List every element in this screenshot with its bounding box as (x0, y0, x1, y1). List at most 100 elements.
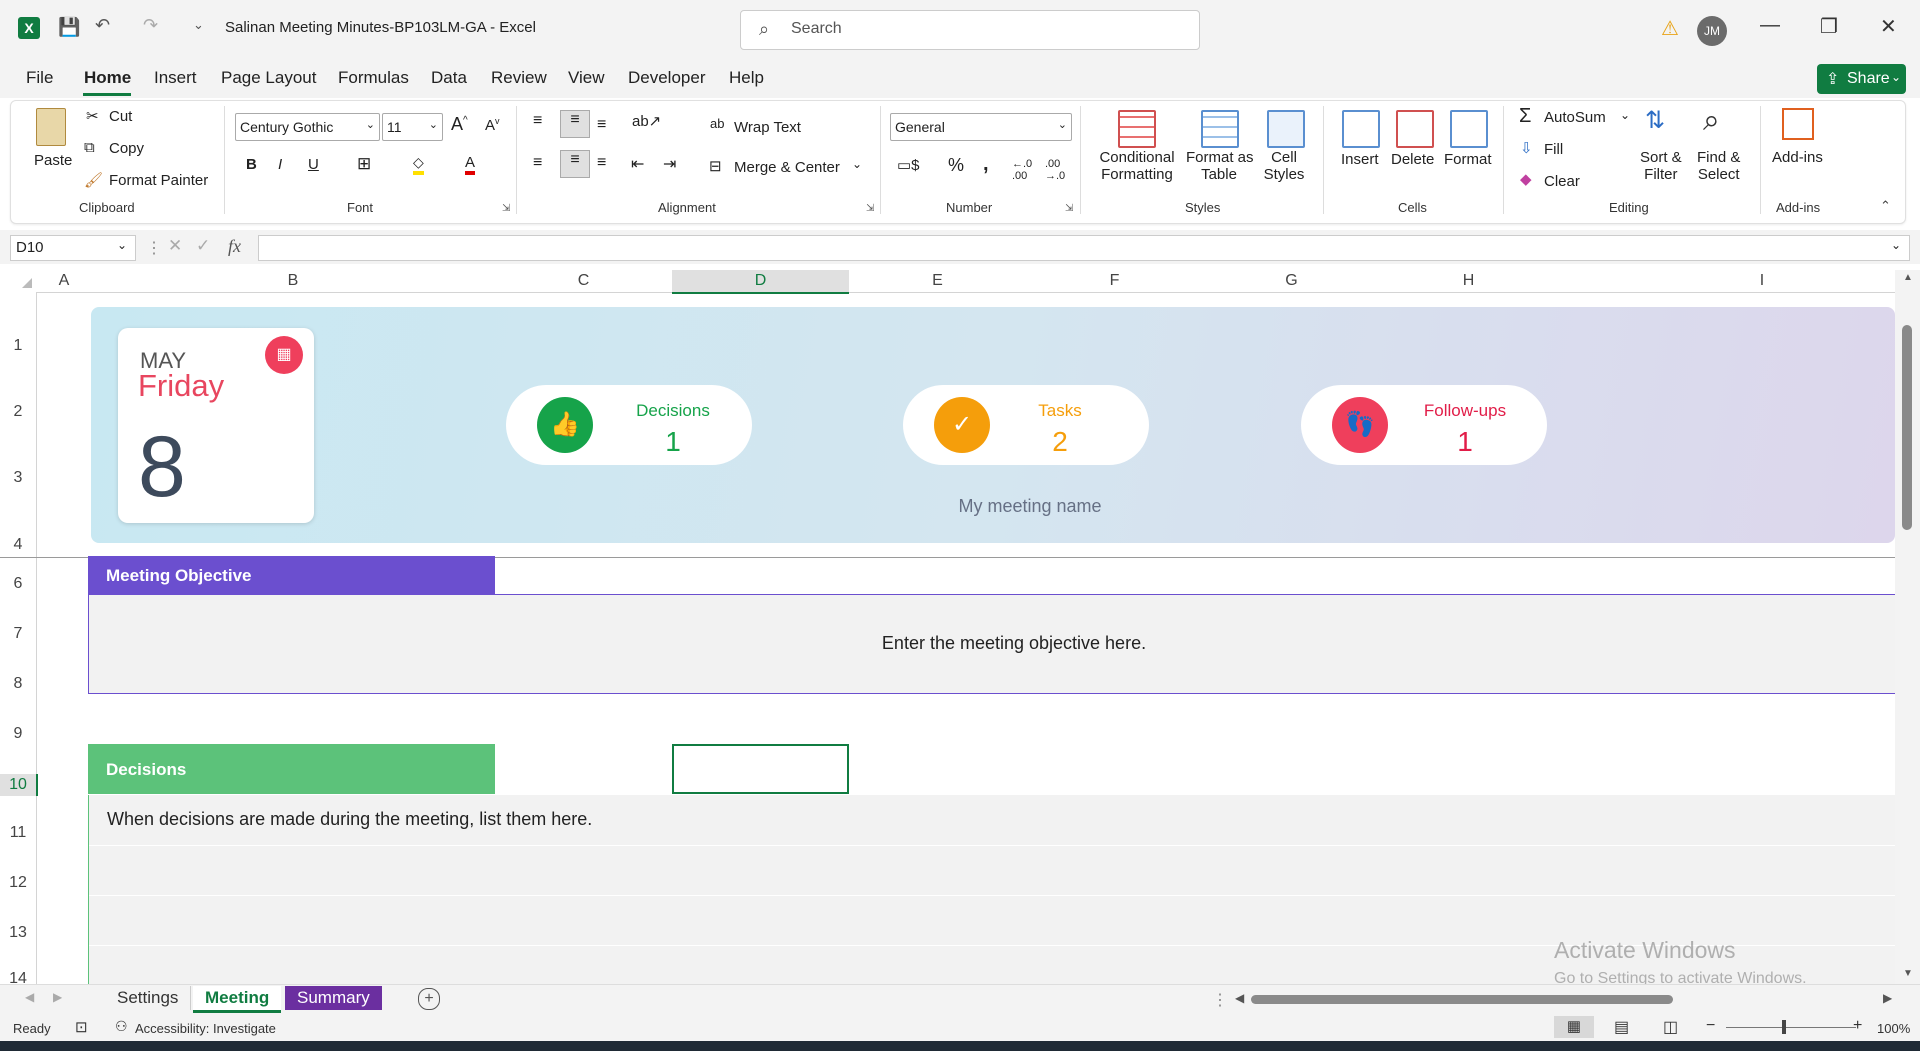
name-box[interactable]: D10 ⌄ (10, 235, 136, 261)
orientation-icon[interactable]: ab↗ (632, 112, 661, 130)
autosum-button[interactable]: AutoSum (1544, 109, 1606, 126)
column-header-c[interactable]: C (495, 272, 672, 290)
sort-filter-button[interactable]: Sort & Filter (1640, 149, 1682, 183)
chevron-down-icon[interactable]: ⌄ (852, 157, 862, 171)
page-break-view-icon[interactable]: ◫ (1663, 1017, 1678, 1037)
format-painter-button[interactable]: Format Painter (109, 172, 208, 189)
underline-icon[interactable]: U (308, 156, 319, 173)
align-middle-icon[interactable]: ≡ (560, 110, 590, 138)
zoom-slider-thumb[interactable] (1782, 1020, 1786, 1034)
copy-button[interactable]: Copy (109, 140, 144, 157)
align-center-icon[interactable]: ≡ (560, 150, 590, 178)
save-icon[interactable]: 💾 (58, 17, 80, 38)
select-all-corner[interactable] (22, 278, 32, 288)
find-select-button[interactable]: Find & Select (1697, 149, 1740, 183)
warning-icon[interactable]: ⚠ (1661, 16, 1679, 41)
scroll-right-icon[interactable]: ▶ (1883, 991, 1892, 1005)
italic-icon[interactable]: I (278, 156, 282, 173)
column-header-f[interactable]: F (1026, 272, 1203, 290)
avatar[interactable]: JM (1697, 16, 1727, 46)
font-name-select[interactable]: Century Gothic ⌄ (235, 113, 380, 141)
shrink-font-icon[interactable]: Av (485, 116, 500, 134)
zoom-out-icon[interactable]: − (1706, 1017, 1715, 1035)
add-ins-button[interactable]: Add-ins (1772, 149, 1823, 166)
formula-options-icon[interactable]: ⋮ (146, 238, 162, 258)
row-header[interactable]: 10 (0, 774, 38, 796)
tab-insert[interactable]: Insert (154, 68, 197, 88)
accessibility-status[interactable]: Accessibility: Investigate (135, 1021, 276, 1036)
insert-function-icon[interactable]: fx (228, 236, 241, 257)
column-header-i[interactable]: I (1557, 272, 1920, 290)
column-header-d[interactable]: D (672, 270, 849, 294)
vertical-scroll-thumb[interactable] (1902, 325, 1912, 530)
bold-icon[interactable]: B (246, 156, 257, 173)
fill-button[interactable]: Fill (1544, 141, 1563, 158)
tab-formulas[interactable]: Formulas (338, 68, 409, 88)
insert-cells-button[interactable]: Insert (1341, 151, 1379, 168)
align-top-icon[interactable]: ≡ (533, 112, 542, 130)
add-sheet-icon[interactable]: + (418, 988, 440, 1010)
close-icon[interactable]: ✕ (1880, 14, 1897, 39)
normal-view-icon[interactable]: ▦ (1554, 1016, 1594, 1038)
share-button[interactable]: ⇪ Share ⌄ (1817, 64, 1906, 94)
accounting-format-icon[interactable]: ▭$ (897, 156, 920, 174)
cell-styles-button[interactable]: Cell Styles (1254, 149, 1314, 183)
row-header[interactable]: 4 (0, 536, 36, 554)
tab-page-layout[interactable]: Page Layout (221, 68, 316, 88)
tab-home[interactable]: Home (84, 68, 131, 88)
row-header[interactable]: 13 (0, 924, 36, 942)
meeting-objective-box[interactable]: Enter the meeting objective here. (88, 594, 1895, 694)
scroll-down-icon[interactable]: ▼ (1903, 968, 1913, 979)
align-right-icon[interactable]: ≡ (597, 154, 606, 172)
tab-help[interactable]: Help (729, 68, 764, 88)
align-left-icon[interactable]: ≡ (533, 154, 542, 172)
selected-cell-d10[interactable] (672, 744, 849, 794)
tab-review[interactable]: Review (491, 68, 547, 88)
decrease-decimal-icon[interactable]: .00 →.0 (1045, 158, 1065, 182)
prev-sheet-icon[interactable]: ◀ (25, 990, 34, 1004)
wrap-text-button[interactable]: Wrap Text (734, 119, 801, 136)
row-header[interactable]: 2 (0, 403, 36, 421)
paste-button[interactable]: Paste (32, 106, 72, 186)
font-color-icon[interactable]: A (465, 154, 476, 175)
row-header[interactable]: 9 (0, 725, 36, 743)
cancel-entry-icon[interactable]: ✕ (168, 236, 182, 256)
scroll-left-icon[interactable]: ◀ (1235, 991, 1244, 1005)
zoom-slider[interactable] (1726, 1027, 1856, 1028)
comma-style-icon[interactable]: , (983, 153, 989, 176)
clear-button[interactable]: Clear (1544, 173, 1580, 190)
column-header-h[interactable]: H (1380, 272, 1557, 290)
customize-toolbar-icon[interactable]: ⌄ (193, 17, 204, 33)
tab-file[interactable]: File (26, 68, 53, 88)
grow-font-icon[interactable]: A^ (451, 114, 468, 135)
column-header-b[interactable]: B (91, 272, 495, 290)
macro-record-icon[interactable]: ⊡ (75, 1018, 88, 1036)
tab-view[interactable]: View (568, 68, 605, 88)
expand-formula-bar-icon[interactable]: ⌄ (1891, 238, 1901, 252)
increase-decimal-icon[interactable]: ←.0.00 (1012, 158, 1032, 182)
chevron-down-icon[interactable]: ⌄ (1620, 108, 1630, 122)
undo-icon[interactable]: ↶ (95, 15, 110, 36)
format-as-table-button[interactable]: Format as Table (1186, 149, 1254, 183)
meeting-name[interactable]: My meeting name (880, 496, 1180, 517)
merge-center-button[interactable]: Merge & Center (734, 159, 840, 176)
tab-data[interactable]: Data (431, 68, 467, 88)
percent-style-icon[interactable]: % (948, 155, 964, 176)
next-sheet-icon[interactable]: ▶ (53, 990, 62, 1004)
formula-input[interactable] (258, 235, 1910, 261)
scroll-up-icon[interactable]: ▲ (1903, 272, 1913, 283)
delete-cells-button[interactable]: Delete (1391, 151, 1434, 168)
collapse-ribbon-icon[interactable]: ⌃ (1880, 198, 1891, 214)
increase-indent-icon[interactable]: ⇥ (663, 154, 676, 174)
zoom-level[interactable]: 100% (1877, 1021, 1910, 1036)
minimize-icon[interactable]: — (1760, 14, 1780, 37)
borders-icon[interactable]: ⊞ (357, 154, 371, 174)
vertical-scrollbar[interactable]: ▲ ▼ (1895, 270, 1920, 984)
row-header[interactable]: 7 (0, 625, 36, 643)
confirm-entry-icon[interactable]: ✓ (196, 236, 210, 256)
number-dialog-launcher-icon[interactable]: ⇲ (1065, 203, 1073, 214)
redo-icon[interactable]: ↷ (143, 15, 158, 36)
row-header[interactable]: 3 (0, 469, 36, 487)
sheet-tab-settings[interactable]: Settings (105, 986, 192, 1010)
tab-developer[interactable]: Developer (628, 68, 706, 88)
